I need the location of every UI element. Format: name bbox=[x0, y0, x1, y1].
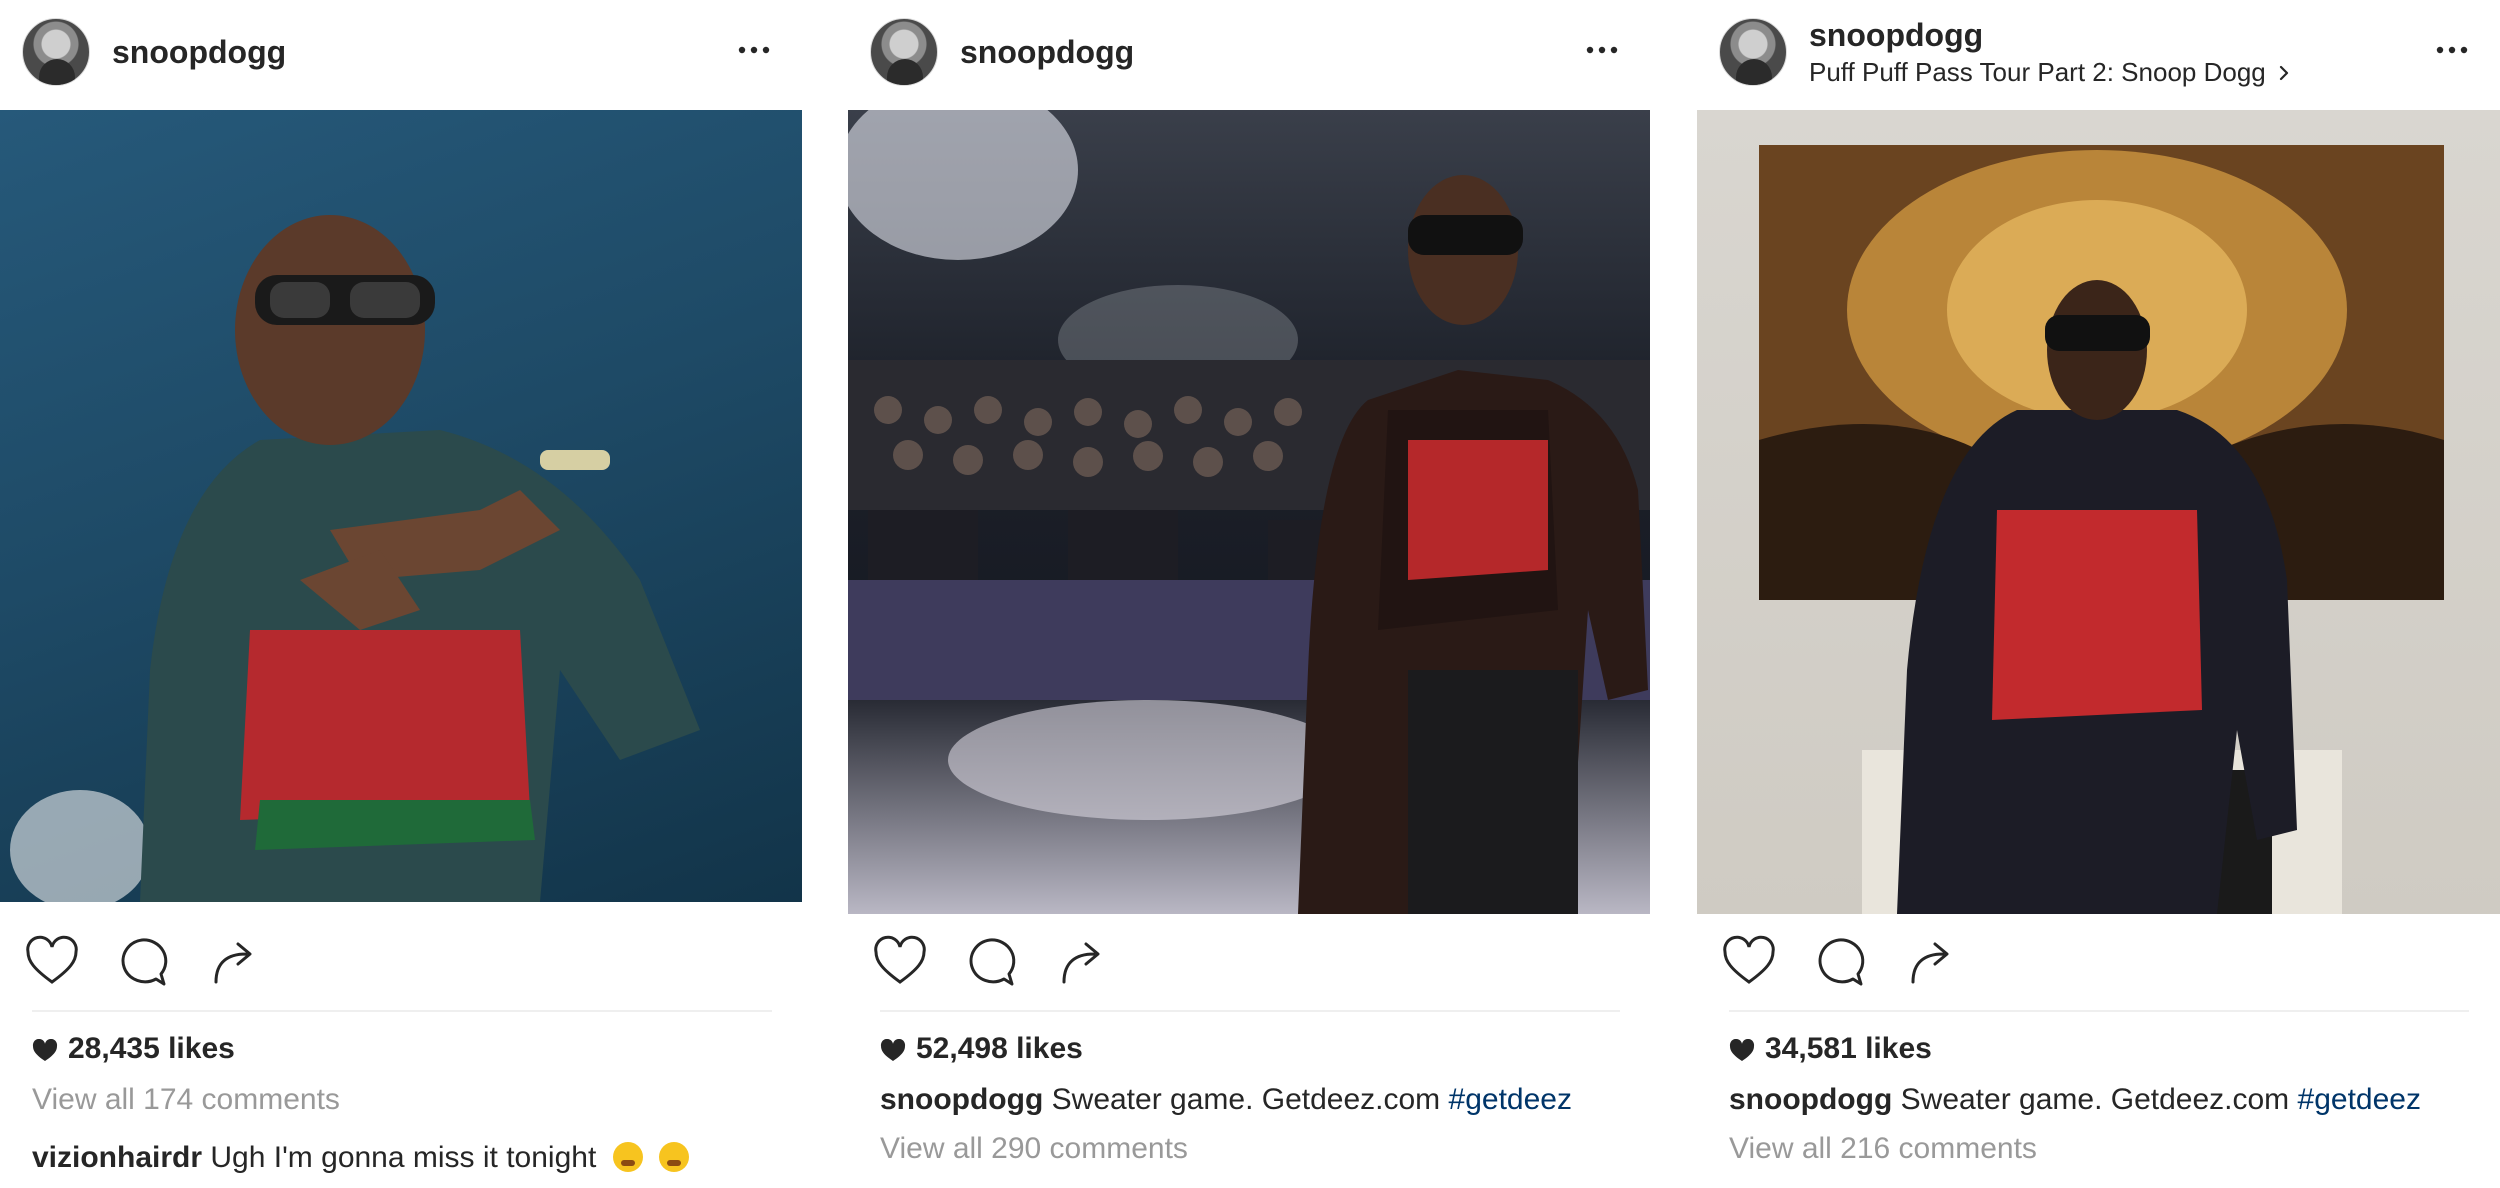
more-options-icon[interactable] bbox=[2434, 40, 2470, 60]
post-username[interactable]: snoopdogg bbox=[960, 34, 1134, 71]
avatar[interactable] bbox=[870, 18, 938, 86]
tired-face-emoji bbox=[612, 1142, 643, 1172]
caption-text: Sweater game. Getdeez.com bbox=[1900, 1083, 2290, 1116]
likes-label: 34,581 likes bbox=[1765, 1032, 1932, 1065]
view-all-comments-link[interactable]: View all 216 comments bbox=[1729, 1132, 2037, 1166]
more-options-icon[interactable] bbox=[736, 40, 772, 60]
divider bbox=[32, 1010, 772, 1012]
more-options-icon[interactable] bbox=[1584, 40, 1620, 60]
comment: vizionhairdr Ugh I'm gonna miss it tonig… bbox=[32, 1141, 689, 1175]
heart-icon[interactable] bbox=[872, 934, 928, 990]
comment-bubble-icon[interactable] bbox=[1811, 934, 1867, 990]
action-bar bbox=[1697, 922, 2500, 1002]
avatar[interactable] bbox=[1719, 18, 1787, 86]
comment-bubble-icon[interactable] bbox=[114, 934, 170, 990]
filled-heart-icon bbox=[32, 1037, 58, 1061]
comment-username[interactable]: vizionhairdr bbox=[32, 1141, 202, 1174]
post-card: snoopdogg Puff Puff Pass Tour Part 2: Sn… bbox=[1697, 0, 2500, 1188]
action-bar bbox=[0, 922, 802, 1002]
heart-icon[interactable] bbox=[1721, 934, 1777, 990]
heart-icon[interactable] bbox=[24, 934, 80, 990]
caption-hashtag[interactable]: #getdeez bbox=[1449, 1083, 1572, 1116]
post-location[interactable]: Puff Puff Pass Tour Part 2: Snoop Dogg bbox=[1809, 57, 2291, 88]
caption-hashtag[interactable]: #getdeez bbox=[2298, 1083, 2421, 1116]
view-all-comments-link[interactable]: View all 174 comments bbox=[32, 1083, 340, 1117]
filled-heart-icon bbox=[880, 1037, 906, 1061]
comment-bubble-icon[interactable] bbox=[962, 934, 1018, 990]
post-photo[interactable] bbox=[848, 110, 1650, 914]
likes-count[interactable]: 28,435 likes bbox=[32, 1032, 235, 1066]
view-all-comments-link[interactable]: View all 290 comments bbox=[880, 1132, 1188, 1166]
chevron-right-icon bbox=[2277, 59, 2291, 81]
comment-text: Ugh I'm gonna miss it tonight bbox=[210, 1141, 597, 1174]
divider bbox=[1729, 1010, 2469, 1012]
avatar[interactable] bbox=[22, 18, 90, 86]
post-card: snoopdogg bbox=[0, 0, 802, 1188]
location-label: Puff Puff Pass Tour Part 2: Snoop Dogg bbox=[1809, 57, 2266, 87]
post-photo[interactable] bbox=[0, 110, 802, 902]
post-header: snoopdogg Puff Puff Pass Tour Part 2: Sn… bbox=[1697, 0, 2500, 110]
post-photo[interactable] bbox=[1697, 110, 2500, 914]
divider bbox=[880, 1010, 1620, 1012]
likes-label: 28,435 likes bbox=[68, 1032, 235, 1065]
share-arrow-icon[interactable] bbox=[1054, 934, 1110, 990]
post-caption: snoopdogg Sweater game. Getdeez.com #get… bbox=[1729, 1083, 2421, 1117]
post-username[interactable]: snoopdogg bbox=[1809, 17, 1983, 54]
caption-text: Sweater game. Getdeez.com bbox=[1051, 1083, 1441, 1116]
share-arrow-icon[interactable] bbox=[1903, 934, 1959, 990]
weary-face-emoji bbox=[658, 1142, 689, 1172]
caption-username[interactable]: snoopdogg bbox=[1729, 1083, 1892, 1116]
post-header: snoopdogg bbox=[0, 0, 802, 110]
likes-count[interactable]: 52,498 likes bbox=[880, 1032, 1083, 1066]
post-header: snoopdogg bbox=[848, 0, 1650, 110]
post-username[interactable]: snoopdogg bbox=[112, 34, 286, 71]
action-bar bbox=[848, 922, 1650, 1002]
share-arrow-icon[interactable] bbox=[206, 934, 262, 990]
likes-count[interactable]: 34,581 likes bbox=[1729, 1032, 1932, 1066]
caption-username[interactable]: snoopdogg bbox=[880, 1083, 1043, 1116]
post-card: snoopdogg bbox=[848, 0, 1650, 1188]
filled-heart-icon bbox=[1729, 1037, 1755, 1061]
likes-label: 52,498 likes bbox=[916, 1032, 1083, 1065]
post-caption: snoopdogg Sweater game. Getdeez.com #get… bbox=[880, 1083, 1572, 1117]
